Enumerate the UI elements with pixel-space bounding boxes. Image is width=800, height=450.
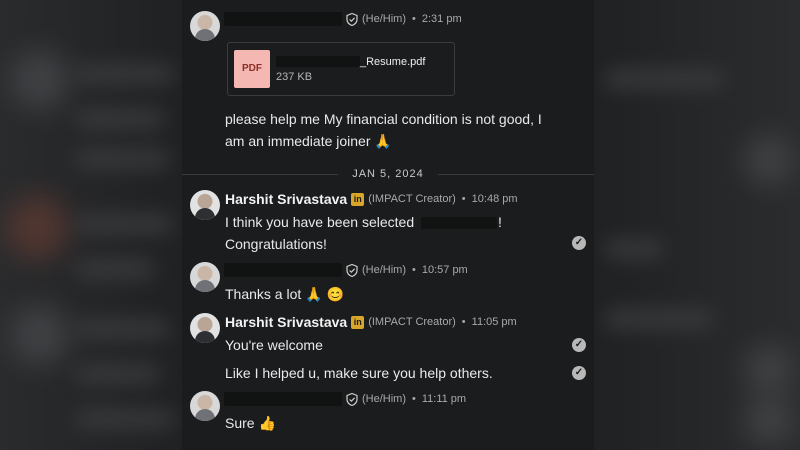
pronouns: (He/Him) <box>362 393 406 405</box>
sender-avatar[interactable] <box>190 391 220 421</box>
blurred-text <box>75 65 175 83</box>
separator-dot: • <box>412 13 416 25</box>
message-text: Sure 👍 <box>225 415 276 432</box>
pray-smile-emoji: 🙏 😊 <box>305 286 344 302</box>
message-text: I think you have been selected ! <box>225 214 502 230</box>
redacted-filename <box>276 56 360 67</box>
sender-name[interactable]: Harshit Srivastava <box>225 314 347 330</box>
message-text-part: Sure <box>225 415 255 431</box>
message-time: 2:31 pm <box>421 13 462 25</box>
thumbs-up-emoji: 👍 <box>258 415 276 431</box>
sender-avatar[interactable] <box>190 262 220 292</box>
blurred-text <box>75 365 160 383</box>
attachment-size: 237 KB <box>276 71 313 83</box>
message-header: Harshit Srivastava in (IMPACT Creator) •… <box>225 191 518 207</box>
sender-avatar[interactable] <box>190 190 220 220</box>
linkedin-premium-icon: in <box>351 192 365 206</box>
redacted-name <box>224 392 342 406</box>
message-text: please help me My financial condition is… <box>225 111 542 149</box>
blurred-text <box>75 260 155 278</box>
sender-role: (IMPACT Creator) <box>368 316 456 328</box>
separator-dot: • <box>461 193 466 205</box>
sender-role: (IMPACT Creator) <box>368 193 456 205</box>
blurred-icon <box>744 135 794 185</box>
pdf-file-icon: PDF <box>234 50 270 88</box>
blurred-avatar <box>10 305 70 365</box>
message-header: Harshit Srivastava in (IMPACT Creator) •… <box>225 314 517 330</box>
linkedin-premium-icon: in <box>351 315 365 329</box>
message-text: Thanks a lot 🙏 😊 <box>225 286 344 303</box>
message-time: 11:05 pm <box>471 316 517 328</box>
message-header: (He/Him) • 2:31 pm <box>224 12 462 26</box>
pdf-attachment[interactable]: PDF _Resume.pdf 237 KB <box>227 42 455 96</box>
message-header: (He/Him) • 11:11 pm <box>224 392 466 406</box>
attachment-name: _Resume.pdf <box>360 56 426 68</box>
blurred-icon <box>744 345 794 395</box>
blurred-text <box>75 110 165 128</box>
read-receipt-check-icon: ✓ <box>572 338 586 352</box>
blurred-text <box>75 215 175 233</box>
separator-dot: • <box>461 316 466 328</box>
blurred-icon <box>744 395 794 445</box>
redacted-name <box>224 263 342 277</box>
redacted-name <box>224 12 342 26</box>
blurred-text <box>604 70 724 88</box>
blurred-text <box>604 240 664 258</box>
blurred-avatar <box>10 50 70 110</box>
blurred-text <box>604 310 714 328</box>
blurred-text <box>75 410 175 428</box>
message-text: Like I helped u, make sure you help othe… <box>225 365 493 381</box>
separator-dot: • <box>412 393 416 405</box>
message-text-part: I think you have been selected <box>225 214 415 230</box>
sender-avatar[interactable] <box>190 313 220 343</box>
separator-dot: • <box>412 264 416 276</box>
message-text: You're welcome <box>225 337 323 353</box>
verified-shield-icon <box>346 392 358 406</box>
blurred-background-left <box>0 0 182 450</box>
verified-shield-icon <box>346 263 358 277</box>
message-header: (He/Him) • 10:57 pm <box>224 263 468 277</box>
message-text: Congratulations! <box>225 236 327 252</box>
sender-avatar[interactable] <box>190 11 220 41</box>
message-text-part: Thanks a lot <box>225 286 302 302</box>
sender-name[interactable]: Harshit Srivastava <box>225 191 347 207</box>
pronouns: (He/Him) <box>362 264 406 276</box>
blurred-text <box>75 320 170 338</box>
read-receipt-check-icon: ✓ <box>572 236 586 250</box>
message-text-part: ! <box>498 214 502 230</box>
read-receipt-check-icon: ✓ <box>572 366 586 380</box>
pronouns: (He/Him) <box>362 13 406 25</box>
message-time: 10:48 pm <box>471 193 518 205</box>
date-divider: JAN 5, 2024 <box>338 168 438 180</box>
blurred-background-right <box>594 0 800 450</box>
chat-panel: (He/Him) • 2:31 pm PDF _Resume.pdf 237 K… <box>182 0 594 450</box>
redacted-name <box>421 217 498 230</box>
blurred-avatar <box>5 195 70 260</box>
verified-shield-icon <box>346 12 358 26</box>
blurred-text <box>75 150 170 168</box>
message-time: 11:11 pm <box>421 393 467 405</box>
message-time: 10:57 pm <box>421 264 468 276</box>
